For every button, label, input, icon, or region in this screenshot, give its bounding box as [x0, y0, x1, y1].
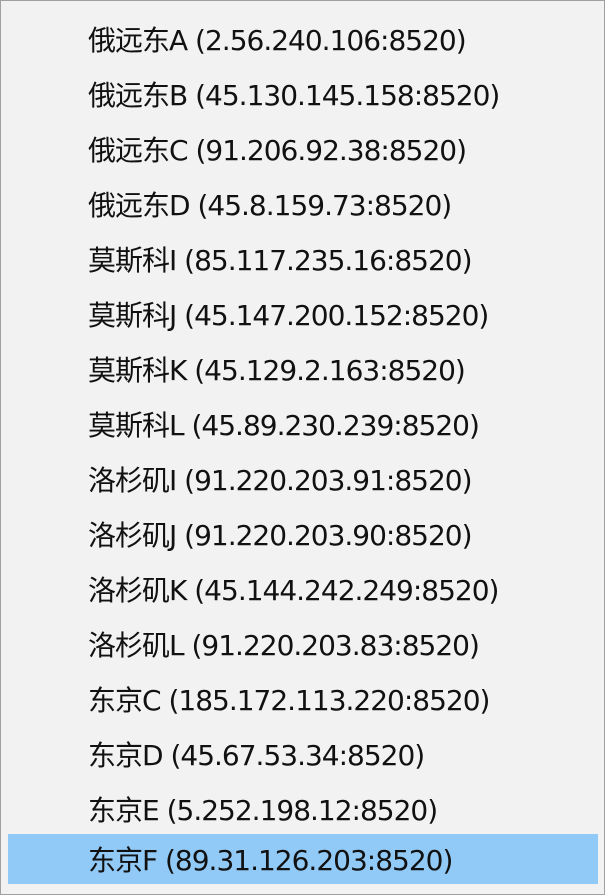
server-option-label: 俄远东B (45.130.145.158:8520): [88, 79, 500, 112]
server-option-label: 东京E (5.252.198.12:8520): [88, 794, 438, 827]
server-option[interactable]: 东京E (5.252.198.12:8520): [8, 784, 598, 834]
server-option-label: 东京D (45.67.53.34:8520): [88, 739, 425, 772]
server-option[interactable]: 莫斯科L (45.89.230.239:8520): [8, 399, 598, 449]
server-option-label: 洛杉矶J (91.220.203.90:8520): [88, 519, 473, 552]
server-option[interactable]: 莫斯科I (85.117.235.16:8520): [8, 234, 598, 284]
server-option-label: 莫斯科K (45.129.2.163:8520): [88, 354, 466, 387]
server-option[interactable]: 东京C (185.172.113.220:8520): [8, 674, 598, 724]
server-option-selected[interactable]: 东京F (89.31.126.203:8520): [8, 834, 598, 884]
server-option-label: 洛杉矶I (91.220.203.91:8520): [88, 464, 473, 497]
server-option[interactable]: 俄远东A (2.56.240.106:8520): [8, 14, 598, 64]
server-option-label: 莫斯科L (45.89.230.239:8520): [88, 409, 480, 442]
server-option-label: 俄远东C (91.206.92.38:8520): [88, 134, 467, 167]
server-option[interactable]: 俄远东C (91.206.92.38:8520): [8, 124, 598, 174]
server-option[interactable]: 俄远东D (45.8.159.73:8520): [8, 179, 598, 229]
server-option-label: 俄远东A (2.56.240.106:8520): [88, 24, 467, 57]
server-option[interactable]: 洛杉矶J (91.220.203.90:8520): [8, 509, 598, 559]
server-option-label: 洛杉矶L (91.220.203.83:8520): [88, 629, 480, 662]
server-option[interactable]: 洛杉矶K (45.144.242.249:8520): [8, 564, 598, 614]
server-option-label: 俄远东D (45.8.159.73:8520): [88, 189, 452, 222]
server-option[interactable]: 东京D (45.67.53.34:8520): [8, 729, 598, 779]
server-option-label: 洛杉矶K (45.144.242.249:8520): [88, 574, 499, 607]
server-option-label: 东京F (89.31.126.203:8520): [88, 844, 453, 877]
server-option[interactable]: 俄远东B (45.130.145.158:8520): [8, 69, 598, 119]
server-dropdown-list: 俄远东A (2.56.240.106:8520) 俄远东B (45.130.14…: [0, 0, 605, 895]
server-option[interactable]: 洛杉矶L (91.220.203.83:8520): [8, 619, 598, 669]
server-option-label: 莫斯科J (45.147.200.152:8520): [88, 299, 489, 332]
server-option[interactable]: 洛杉矶I (91.220.203.91:8520): [8, 454, 598, 504]
server-option[interactable]: 莫斯科J (45.147.200.152:8520): [8, 289, 598, 339]
server-option-label: 东京C (185.172.113.220:8520): [88, 684, 490, 717]
server-option[interactable]: 莫斯科K (45.129.2.163:8520): [8, 344, 598, 394]
server-option-label: 莫斯科I (85.117.235.16:8520): [88, 244, 473, 277]
